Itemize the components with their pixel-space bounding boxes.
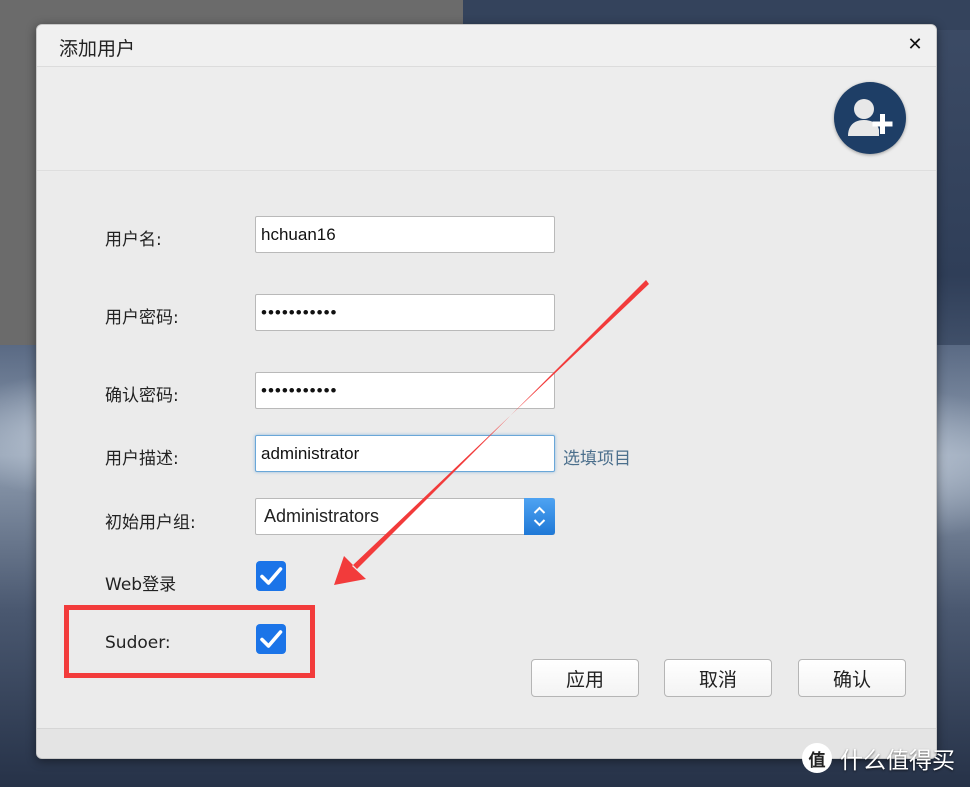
confirm-password-label: 确认密码: xyxy=(105,386,179,406)
add-user-dialog: 添加用户 ✕ 用户名: 用户密码: 确认密码: 用户描述: 选填项目 初始用户组… xyxy=(36,24,937,759)
sudoer-highlight-box xyxy=(64,605,315,678)
web-login-checkbox[interactable] xyxy=(256,561,286,591)
checkmark-icon xyxy=(260,567,283,585)
group-select-value: Administrators xyxy=(264,506,380,526)
group-select[interactable]: Administrators xyxy=(255,498,555,535)
apply-button[interactable]: 应用 xyxy=(531,659,639,697)
watermark-logo: 值 xyxy=(802,743,832,773)
dialog-title: 添加用户 xyxy=(59,38,136,60)
user-form: 用户名: 用户密码: 确认密码: 用户描述: 选填项目 初始用户组: Admin… xyxy=(37,172,936,728)
confirm-password-input[interactable] xyxy=(255,372,555,409)
dialog-header xyxy=(37,67,936,171)
web-login-label: Web登录 xyxy=(105,575,177,595)
cancel-button[interactable]: 取消 xyxy=(664,659,772,697)
username-input[interactable] xyxy=(255,216,555,253)
confirm-button[interactable]: 确认 xyxy=(798,659,906,697)
password-input[interactable] xyxy=(255,294,555,331)
add-user-icon xyxy=(834,82,906,154)
description-label: 用户描述: xyxy=(105,449,179,469)
dialog-titlebar: 添加用户 ✕ xyxy=(37,25,936,67)
watermark-text: 什么值得买 xyxy=(840,748,955,774)
updown-arrows-icon[interactable] xyxy=(524,498,555,535)
group-label: 初始用户组: xyxy=(105,513,196,533)
description-input[interactable] xyxy=(255,435,555,472)
close-icon[interactable]: ✕ xyxy=(904,33,926,55)
optional-hint: 选填项目 xyxy=(563,449,631,469)
site-watermark: 值 什么值得买 xyxy=(802,741,955,775)
password-label: 用户密码: xyxy=(105,308,179,328)
username-label: 用户名: xyxy=(105,230,162,250)
